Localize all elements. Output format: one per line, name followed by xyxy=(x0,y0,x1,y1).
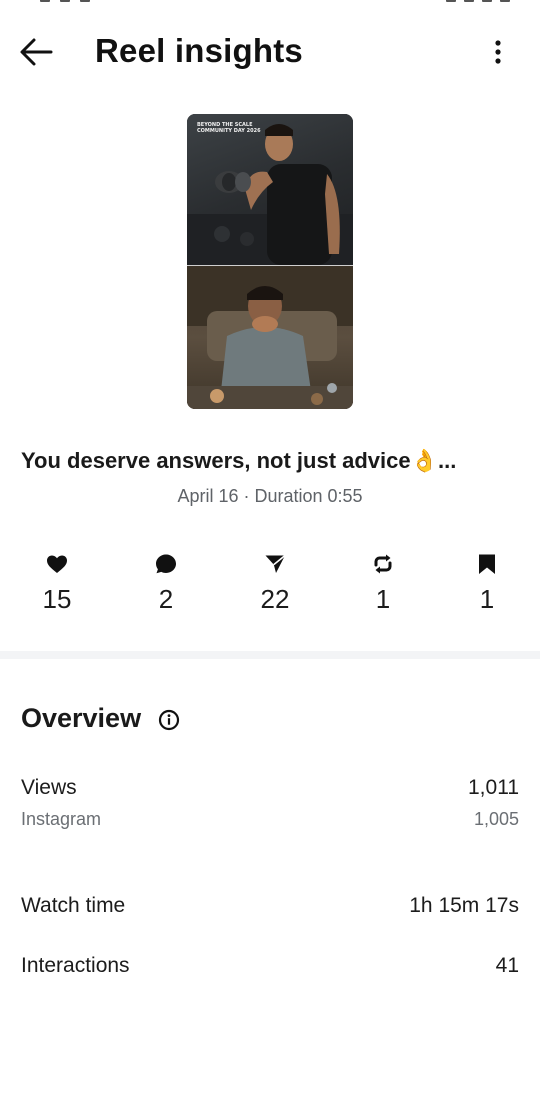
section-divider xyxy=(0,651,540,659)
shares-stat[interactable]: 22 xyxy=(235,552,315,615)
thumbnail-top-image xyxy=(187,114,353,265)
status-icons-left xyxy=(40,0,90,2)
more-options-button[interactable] xyxy=(486,38,510,68)
page-title: Reel insights xyxy=(95,32,303,69)
status-bar xyxy=(0,0,540,10)
bookmark-icon xyxy=(479,554,495,574)
reel-thumbnail[interactable]: BEYOND THE SCALE COMMUNITY DAY 2026 xyxy=(187,114,353,409)
watch-time-label: Watch time xyxy=(21,894,126,917)
interactions-label: Interactions xyxy=(21,954,130,977)
thumbnail-bottom-image xyxy=(187,266,353,409)
comments-stat[interactable]: 2 xyxy=(126,552,206,615)
reel-meta: April 16 · Duration 0:55 xyxy=(177,486,363,506)
reposts-stat[interactable]: 1 xyxy=(343,552,423,615)
instagram-views-value: 1,005 xyxy=(473,809,519,829)
watch-time-value: 1h 15m 17s xyxy=(409,894,519,917)
status-icons-right xyxy=(446,0,510,2)
overview-heading: Overview xyxy=(21,703,142,733)
reposts-count: 1 xyxy=(375,584,391,614)
comment-bubble-icon xyxy=(156,554,176,574)
saves-count: 1 xyxy=(479,584,495,614)
more-vertical-icon xyxy=(495,40,501,64)
thumbnail-overlay-text: BEYOND THE SCALE COMMUNITY DAY 2026 xyxy=(197,122,261,134)
back-button[interactable] xyxy=(18,36,56,68)
instagram-views-label: Instagram xyxy=(21,809,102,829)
overview-info-button[interactable] xyxy=(158,709,180,731)
saves-stat[interactable]: 1 xyxy=(447,552,527,615)
interactions-value: 41 xyxy=(495,954,519,977)
comments-count: 2 xyxy=(158,584,174,614)
shares-count: 22 xyxy=(260,584,290,614)
views-label: Views xyxy=(21,776,77,799)
send-icon xyxy=(265,554,286,573)
reel-caption: You deserve answers, not just advice👌... xyxy=(21,448,457,473)
heart-icon xyxy=(47,555,67,573)
top-bar: Reel insights xyxy=(0,22,540,82)
repost-icon xyxy=(374,554,392,574)
views-value: 1,011 xyxy=(468,776,519,799)
arrow-left-icon xyxy=(20,38,53,66)
info-icon xyxy=(158,709,180,731)
likes-count: 15 xyxy=(42,584,72,614)
likes-stat[interactable]: 15 xyxy=(17,552,97,615)
